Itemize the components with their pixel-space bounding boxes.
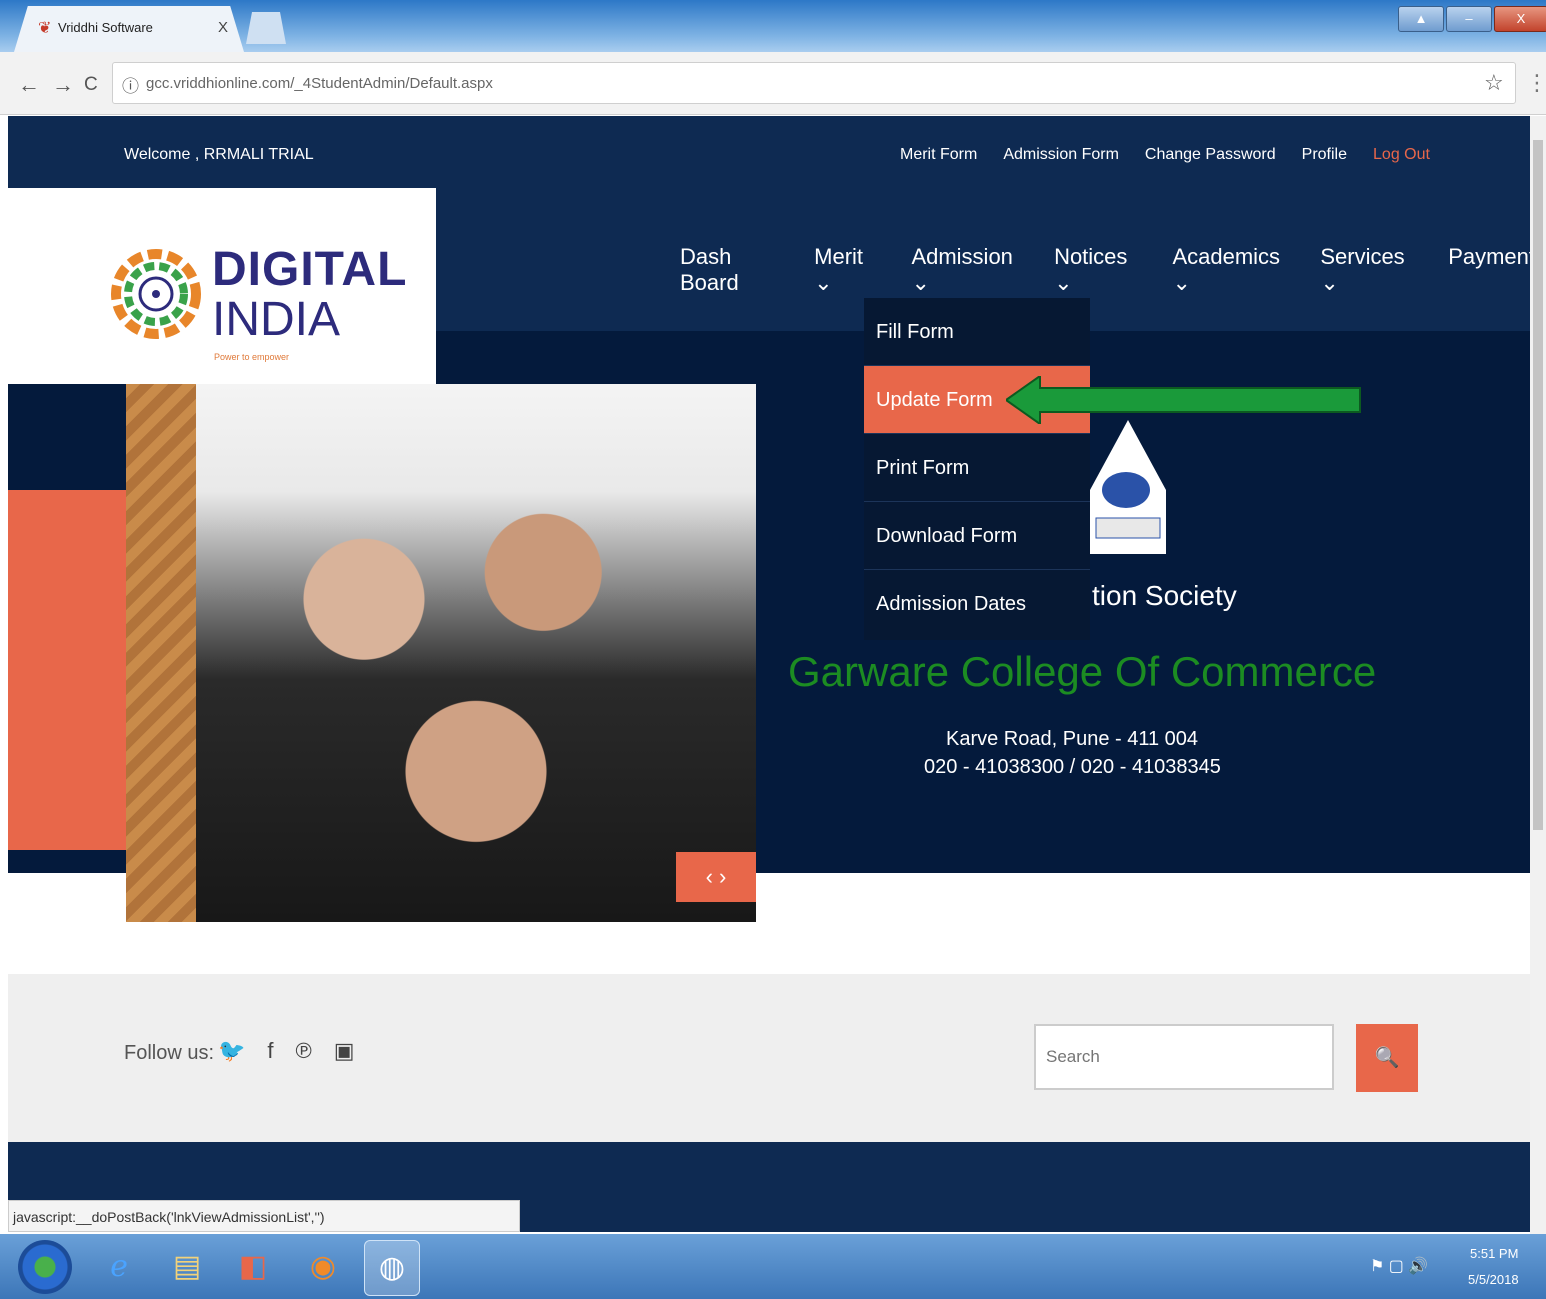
- admission-dropdown-menu: Fill Form Update Form Print Form Downloa…: [864, 298, 1090, 640]
- logout-link[interactable]: Log Out: [1373, 146, 1430, 164]
- welcome-text: Welcome , RRMALI TRIAL: [124, 146, 314, 163]
- search-icon: 🔍: [1374, 1047, 1400, 1069]
- follow-us-label: Follow us:: [124, 1042, 215, 1064]
- profile-link[interactable]: Profile: [1302, 146, 1347, 164]
- college-address: Karve Road, Pune - 411 004: [946, 728, 1199, 750]
- facebook-icon[interactable]: f: [267, 1038, 273, 1064]
- browser-menu-icon[interactable]: ⋮: [1526, 70, 1546, 96]
- tab-close-button[interactable]: X: [218, 19, 228, 36]
- window-close-glyph: X: [1494, 6, 1546, 32]
- browser-status-bar: javascript:__doPostBack('lnkViewAdmissio…: [8, 1200, 520, 1232]
- annotation-arrow-icon: [1006, 376, 1361, 424]
- pinterest-icon[interactable]: ℗: [296, 1038, 312, 1064]
- clock-date[interactable]: 5/5/2018: [1468, 1272, 1519, 1287]
- social-icons: 🐦 f ℗ ▣: [218, 1038, 355, 1064]
- college-name: Garware College Of Commerce: [788, 648, 1377, 695]
- top-links: Merit Form Admission Form Change Passwor…: [900, 146, 1430, 164]
- scrollbar-thumb[interactable]: [1533, 140, 1543, 830]
- firefox-icon[interactable]: ◉: [296, 1240, 350, 1294]
- window-minimize-button[interactable]: –: [1446, 6, 1492, 32]
- window-restore-button[interactable]: ▲: [1398, 6, 1444, 32]
- twitter-icon[interactable]: 🐦: [218, 1038, 245, 1064]
- new-tab-button[interactable]: [246, 12, 286, 44]
- nav-merit[interactable]: Merit ⌄: [814, 244, 877, 296]
- slider-wood-panel: [126, 384, 196, 922]
- start-button-icon[interactable]: [18, 1240, 72, 1294]
- back-icon[interactable]: ←: [18, 72, 40, 98]
- decorative-orange-band: [8, 490, 128, 850]
- internet-explorer-icon[interactable]: ℯ: [92, 1240, 146, 1294]
- search-input[interactable]: [1034, 1024, 1334, 1090]
- file-explorer-icon[interactable]: ▤: [160, 1240, 214, 1294]
- search-button[interactable]: 🔍: [1356, 1024, 1418, 1092]
- window-close-button[interactable]: X: [1494, 6, 1546, 32]
- tab-title: Vriddhi Software: [58, 20, 153, 35]
- main-nav: Dash Board Merit ⌄ Admission ⌄ Notices ⌄…: [680, 244, 1546, 296]
- menu-item-admission-dates[interactable]: Admission Dates: [864, 570, 1090, 638]
- favicon-icon: ❦: [38, 20, 52, 37]
- nav-dashboard[interactable]: Dash Board: [680, 244, 780, 296]
- nav-academics[interactable]: Academics ⌄: [1172, 244, 1286, 296]
- nav-admission[interactable]: Admission ⌄: [911, 244, 1020, 296]
- youtube-icon[interactable]: ▣: [334, 1038, 355, 1064]
- clock-time[interactable]: 5:51 PM: [1470, 1246, 1518, 1261]
- digital-india-emblem-icon: [111, 249, 201, 339]
- slider-prev-next-control[interactable]: ‹ ›: [676, 852, 756, 902]
- url-text[interactable]: gcc.vriddhionline.com/_4StudentAdmin/Def…: [146, 75, 493, 92]
- society-seal-icon: [1090, 420, 1166, 554]
- bookmark-star-icon[interactable]: ☆: [1484, 70, 1504, 96]
- admission-form-link[interactable]: Admission Form: [1003, 146, 1119, 164]
- media-player-icon[interactable]: ◧: [226, 1240, 280, 1294]
- change-password-link[interactable]: Change Password: [1145, 146, 1276, 164]
- reload-icon[interactable]: C: [84, 74, 98, 96]
- menu-item-download-form[interactable]: Download Form: [864, 502, 1090, 570]
- site-info-icon[interactable]: ⓘ: [122, 72, 139, 97]
- merit-form-link[interactable]: Merit Form: [900, 146, 977, 164]
- system-tray-icons[interactable]: ⚑ ▢ 🔊: [1370, 1256, 1428, 1276]
- chrome-icon[interactable]: ◍: [364, 1240, 420, 1296]
- logo-tagline: Power to empower: [214, 352, 290, 362]
- graduates-photo: [196, 384, 756, 922]
- society-name-fragment: tion Society: [1092, 580, 1237, 611]
- menu-item-fill-form[interactable]: Fill Form: [864, 298, 1090, 366]
- logo-india-text: INDIA: [212, 293, 341, 346]
- forward-icon[interactable]: →: [52, 72, 74, 98]
- college-phones: 020 - 41038300 / 020 - 41038345: [924, 756, 1221, 778]
- image-slider[interactable]: [126, 384, 756, 922]
- nav-notices[interactable]: Notices ⌄: [1054, 244, 1138, 296]
- nav-services[interactable]: Services ⌄: [1320, 244, 1414, 296]
- menu-item-print-form[interactable]: Print Form: [864, 434, 1090, 502]
- logo-digital-text: DIGITAL: [212, 243, 408, 296]
